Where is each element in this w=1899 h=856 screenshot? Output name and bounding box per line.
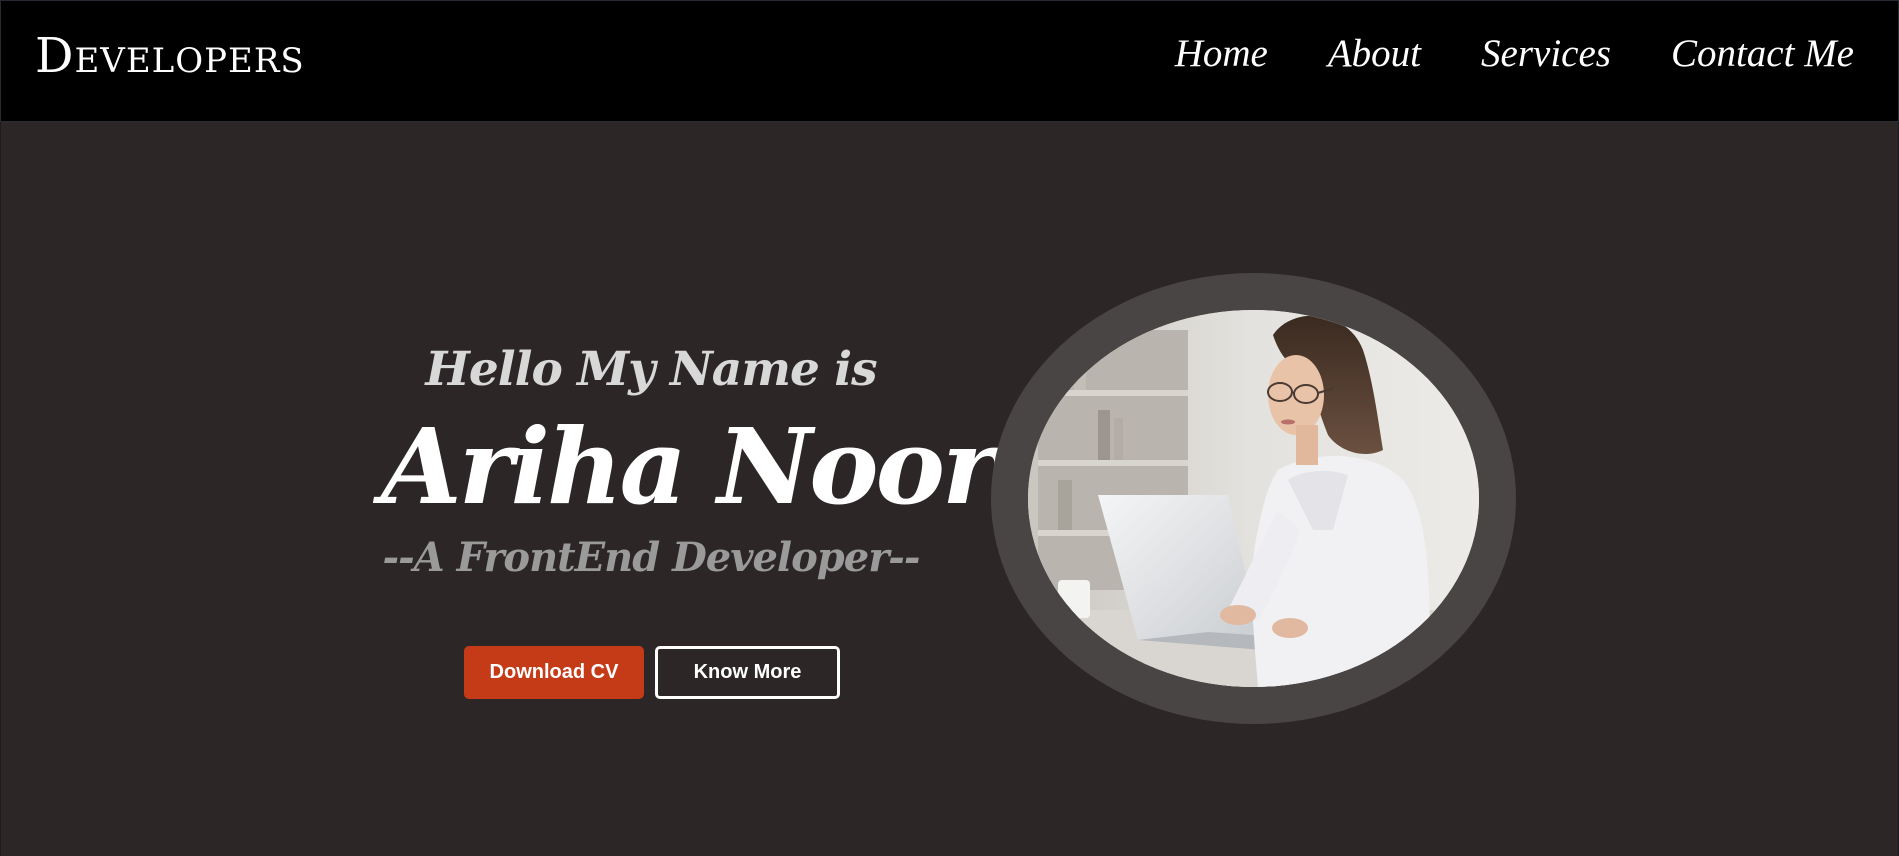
nav-item-about: About — [1328, 29, 1421, 79]
navbar: Developers Home About Services Contact M… — [0, 0, 1899, 122]
hero-name: Ariha Noor — [381, 405, 997, 528]
nav-item-home: Home — [1175, 29, 1268, 79]
nav-link-home[interactable]: Home — [1175, 32, 1268, 75]
hero-section: Hello My Name is Ariha Noor --A FrontEnd… — [0, 122, 1899, 856]
role-text: --A FrontEnd Developer-- — [382, 534, 920, 581]
nav-link-contact[interactable]: Contact Me — [1671, 32, 1854, 75]
profile-photo — [1028, 310, 1479, 687]
nav-links: Home About Services Contact Me — [1175, 29, 1854, 79]
nav-link-about[interactable]: About — [1328, 32, 1421, 75]
cta-buttons: Download CV Know More — [464, 646, 840, 699]
download-cv-button[interactable]: Download CV — [464, 646, 644, 699]
greeting-text: Hello My Name is — [425, 342, 877, 397]
intro-text: Hello My Name is Ariha Noor --A FrontEnd… — [381, 342, 997, 584]
profile-photo-frame — [991, 273, 1516, 724]
know-more-button[interactable]: Know More — [655, 646, 840, 699]
nav-item-contact: Contact Me — [1671, 29, 1854, 79]
brand-logo[interactable]: Developers — [35, 23, 305, 89]
nav-item-services: Services — [1481, 29, 1611, 79]
nav-link-services[interactable]: Services — [1481, 32, 1611, 75]
profile-photo-illustration — [1028, 310, 1479, 687]
